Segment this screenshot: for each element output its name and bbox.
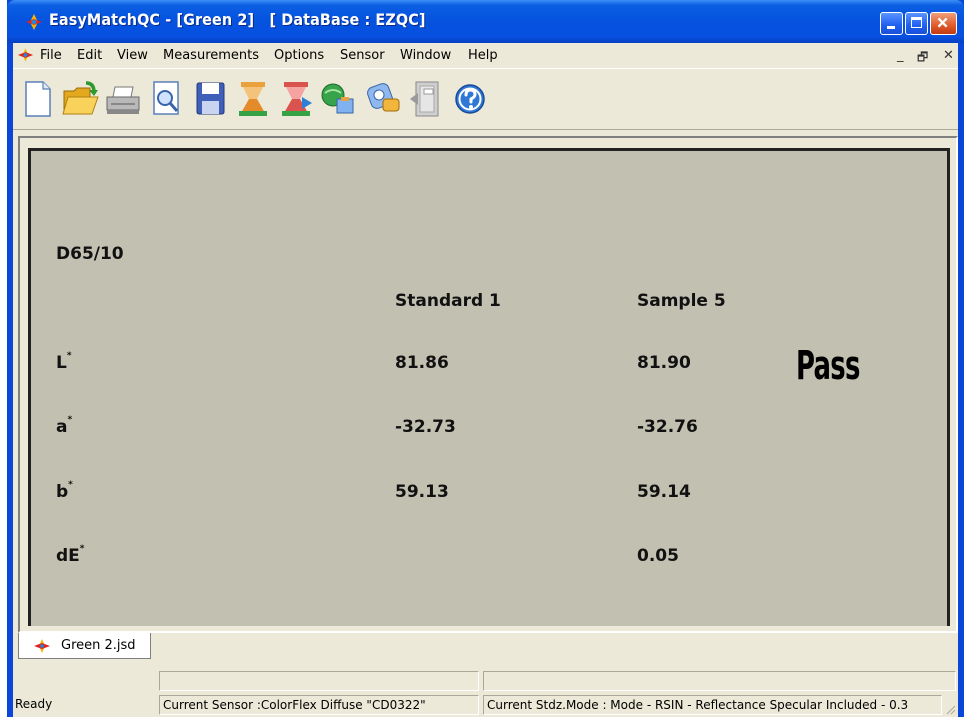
print-preview-icon	[153, 81, 179, 115]
menu-edit[interactable]: Edit	[77, 48, 102, 63]
status-pane-empty-3	[483, 671, 956, 691]
pass-fail-result: Pass	[796, 343, 860, 389]
print-button[interactable]	[103, 77, 143, 121]
new-button[interactable]	[17, 77, 57, 121]
menu-options[interactable]: Options	[274, 48, 324, 63]
open-button[interactable]	[60, 77, 100, 121]
maximize-icon	[911, 17, 922, 28]
status-ready: Ready	[15, 697, 53, 711]
open-folder-icon	[62, 81, 99, 115]
document-system-menu-icon[interactable]	[17, 47, 34, 63]
status-pane-empty-2	[159, 671, 479, 691]
read-standard-button[interactable]	[233, 77, 273, 121]
sample-column-header: Sample 5	[637, 291, 726, 311]
standard-value-b: 59.13	[395, 482, 449, 502]
mdi-minimize-button[interactable]: _	[897, 48, 904, 63]
sensor-setup-icon	[367, 83, 400, 112]
title-bar[interactable]: EasyMatchQC - [Green 2] [ DataBase : EZQ…	[7, 0, 964, 43]
menu-measurements[interactable]: Measurements	[163, 48, 259, 63]
color-report-panel: D65/10 Standard 1 Sample 5 L* 81.86 81.9…	[28, 148, 950, 626]
menu-file[interactable]: File	[40, 48, 62, 63]
mdi-close-button[interactable]: ✕	[943, 48, 954, 63]
mdi-restore-button[interactable]: 🗗	[917, 48, 928, 69]
status-current-sensor: Current Sensor :ColorFlex Diffuse "CD032…	[159, 695, 479, 715]
status-pane-empty-1	[13, 671, 155, 691]
minimize-button[interactable]	[880, 12, 903, 35]
print-preview-button[interactable]	[146, 77, 186, 121]
minimize-icon	[887, 26, 895, 29]
application-window: EasyMatchQC - [Green 2] [ DataBase : EZQ…	[7, 0, 964, 717]
help-button[interactable]	[450, 77, 490, 121]
read-sample-icon	[282, 82, 312, 116]
standard-column-header: Standard 1	[395, 291, 501, 311]
status-bar: Ready Current Sensor :ColorFlex Diffuse …	[13, 665, 958, 717]
close-button[interactable]	[930, 12, 957, 35]
toolbar	[13, 68, 958, 130]
sample-value-de: 0.05	[637, 546, 679, 566]
sample-value-b: 59.14	[637, 482, 691, 502]
standardize-button[interactable]	[319, 77, 359, 121]
standard-value-a: -32.73	[395, 417, 456, 437]
row-label-de: dE*	[56, 544, 85, 566]
print-icon	[106, 86, 140, 114]
exit-button[interactable]	[406, 77, 446, 121]
exit-icon	[410, 81, 439, 117]
standardize-icon	[321, 83, 354, 114]
save-button[interactable]	[190, 77, 230, 121]
tab-label: Green 2.jsd	[61, 638, 136, 653]
new-file-icon	[25, 81, 51, 117]
client-area: File Edit View Measurements Options Sens…	[13, 43, 958, 717]
document-icon	[34, 639, 50, 653]
document-frame: D65/10 Standard 1 Sample 5 L* 81.86 81.9…	[18, 136, 958, 633]
row-label-b: b*	[56, 480, 73, 502]
menu-window[interactable]: Window	[400, 48, 451, 63]
read-standard-icon	[239, 82, 267, 116]
row-label-l: L*	[56, 351, 72, 373]
sample-value-a: -32.76	[637, 417, 698, 437]
app-logo-icon	[26, 14, 42, 30]
menu-sensor[interactable]: Sensor	[340, 48, 385, 63]
illuminant-label: D65/10	[56, 244, 124, 264]
status-standardization-mode: Current Stdz.Mode : Mode - RSIN - Reflec…	[483, 695, 942, 715]
tab-green-2[interactable]: Green 2.jsd	[18, 633, 151, 659]
maximize-button[interactable]	[905, 12, 928, 35]
resize-grip-icon[interactable]	[944, 703, 956, 715]
menu-view[interactable]: View	[117, 48, 148, 63]
close-icon	[937, 17, 948, 28]
read-sample-button[interactable]	[276, 77, 316, 121]
row-label-a: a*	[56, 415, 73, 437]
window-title: EasyMatchQC - [Green 2] [ DataBase : EZQ…	[49, 10, 426, 29]
save-icon	[196, 82, 225, 115]
sensor-setup-button[interactable]	[363, 77, 403, 121]
document-tab-strip: Green 2.jsd	[13, 633, 958, 665]
menu-bar: File Edit View Measurements Options Sens…	[13, 43, 958, 67]
standard-value-l: 81.86	[395, 353, 449, 373]
help-icon	[455, 84, 485, 114]
menu-help[interactable]: Help	[468, 48, 498, 63]
sample-value-l: 81.90	[637, 353, 691, 373]
